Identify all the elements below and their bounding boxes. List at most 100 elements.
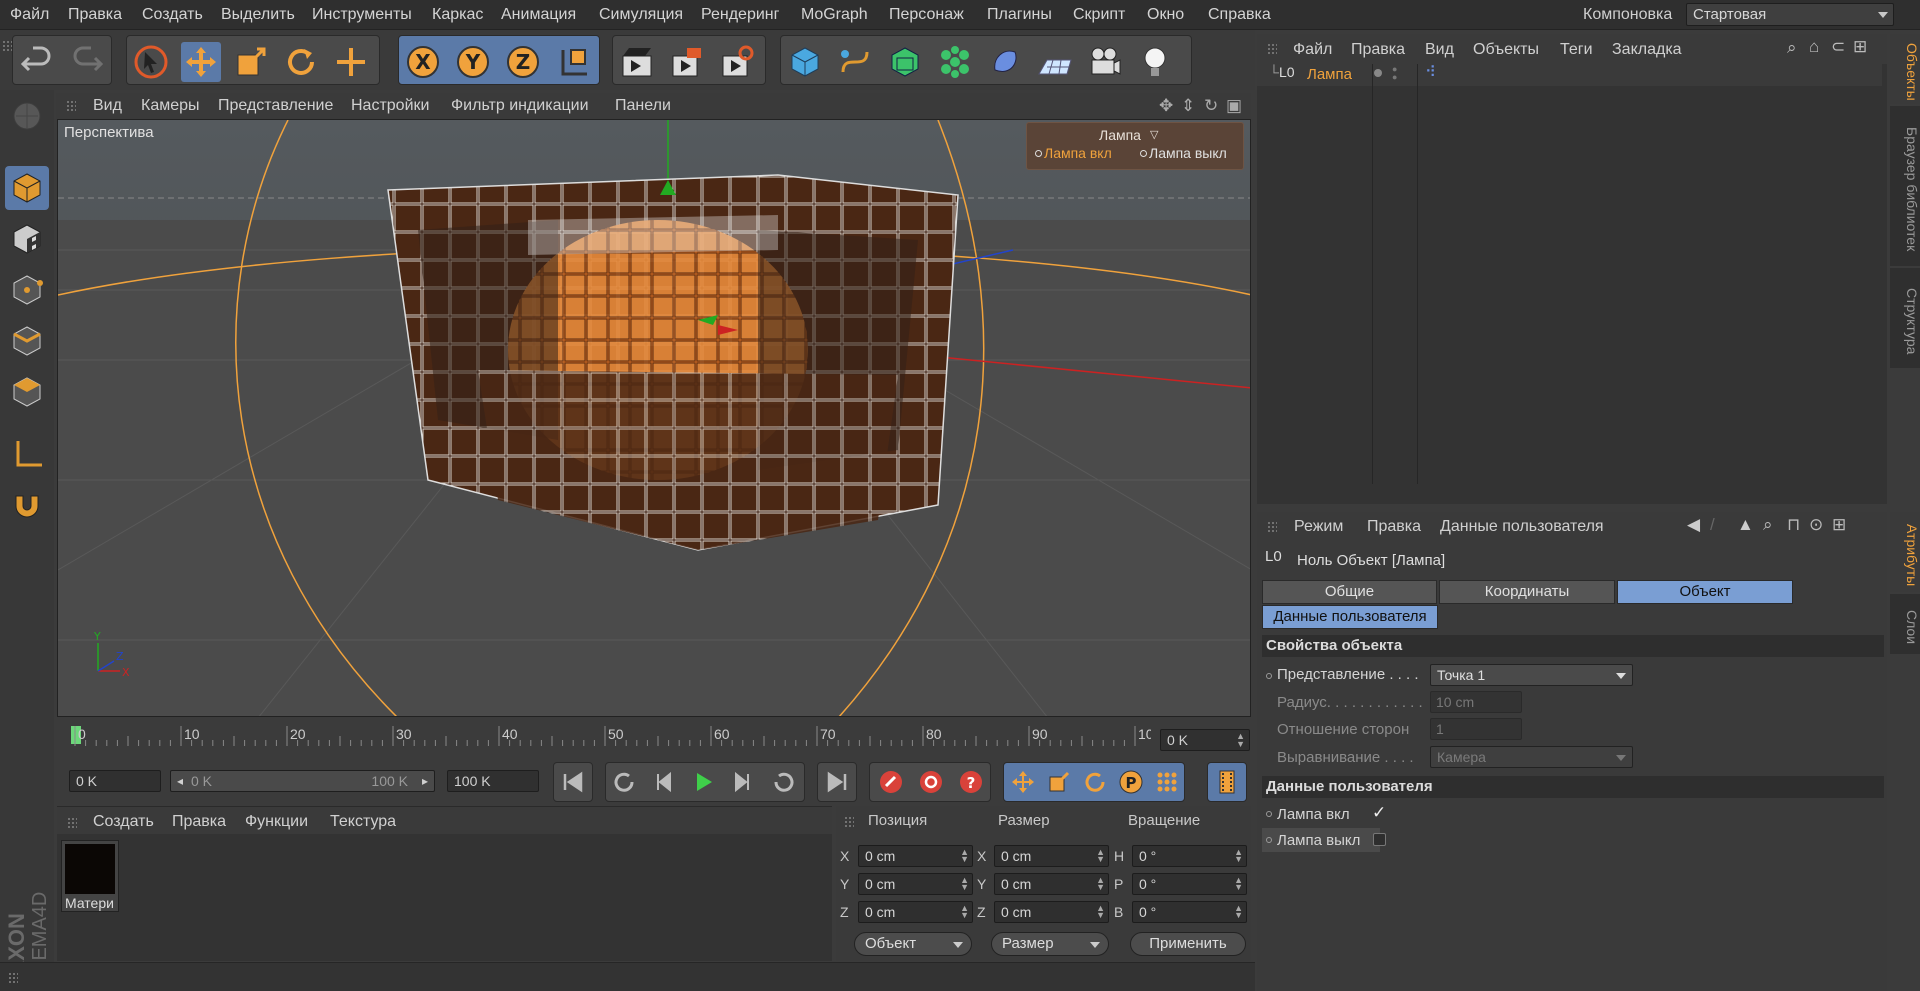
- attr-menu-userdata[interactable]: Данные пользователя: [1440, 518, 1604, 536]
- obj-menu-file[interactable]: Файл: [1293, 41, 1332, 59]
- cube-icon[interactable]: [785, 42, 825, 82]
- stepper-icon[interactable]: ▲ ▼: [1234, 848, 1243, 864]
- object-row[interactable]: └ L0 Лампа ● ● ⠺: [1257, 63, 1882, 484]
- menu-help[interactable]: Справка: [1208, 6, 1271, 24]
- move-icon[interactable]: [181, 42, 221, 82]
- key-rotation-icon[interactable]: [1076, 764, 1114, 800]
- menu-simulation[interactable]: Симуляция: [599, 6, 683, 24]
- render-view-icon[interactable]: [617, 42, 657, 82]
- next-frame-icon[interactable]: [724, 764, 762, 800]
- deformer-icon[interactable]: [985, 42, 1025, 82]
- record-key-icon[interactable]: [872, 764, 910, 800]
- camera-icon[interactable]: [1085, 42, 1125, 82]
- range-left-arrow-icon[interactable]: ◂: [177, 771, 183, 791]
- undo-icon[interactable]: [17, 42, 57, 82]
- menu-mograph[interactable]: MoGraph: [801, 6, 868, 24]
- radius-field[interactable]: 10 cm: [1430, 691, 1522, 713]
- y-axis-icon[interactable]: Y: [453, 42, 493, 82]
- light-icon[interactable]: [1135, 42, 1175, 82]
- forward-arrow-icon[interactable]: /: [1710, 515, 1715, 535]
- render-picture-viewer-icon[interactable]: [667, 42, 707, 82]
- new-panel-icon[interactable]: ⊞: [1853, 37, 1867, 57]
- menu-select[interactable]: Выделить: [221, 6, 295, 24]
- side-tab-attributes[interactable]: Атрибуты: [1890, 512, 1920, 592]
- material-menu-function[interactable]: Функции: [245, 813, 308, 831]
- object-grip[interactable]: [1267, 43, 1277, 55]
- anim-dot-icon[interactable]: [1266, 837, 1272, 843]
- viewport-menu-filter[interactable]: Фильтр индикации: [451, 97, 589, 115]
- new-panel-icon[interactable]: ⊞: [1832, 515, 1846, 535]
- key-scale-icon[interactable]: [1040, 764, 1078, 800]
- viewport-rotate-icon[interactable]: ↻: [1204, 96, 1218, 116]
- back-arrow-icon[interactable]: ◀: [1687, 515, 1700, 535]
- section-user-data[interactable]: Данные пользователя: [1262, 776, 1884, 798]
- stepper-icon[interactable]: ▲ ▼: [1096, 848, 1105, 864]
- model-mode-icon[interactable]: [5, 166, 49, 210]
- add-icon[interactable]: [331, 42, 371, 82]
- viewport-menu-options[interactable]: Настройки: [351, 97, 429, 115]
- rotate-icon[interactable]: [281, 42, 321, 82]
- section-object-properties[interactable]: Свойства объекта: [1262, 635, 1884, 657]
- pos-y-field[interactable]: 0 cm ▲ ▼: [858, 873, 973, 895]
- lock-icon[interactable]: ⊓: [1787, 515, 1800, 535]
- snap-magnet-icon[interactable]: [5, 483, 49, 527]
- tab-userdata[interactable]: Данные пользователя: [1262, 605, 1438, 629]
- home-icon[interactable]: ⌂: [1809, 37, 1819, 57]
- subdivision-icon[interactable]: [885, 42, 925, 82]
- filmstrip-icon[interactable]: [1208, 764, 1246, 800]
- rot-h-field[interactable]: 0 ° ▲ ▼: [1132, 845, 1247, 867]
- key-param-icon[interactable]: P: [1112, 764, 1150, 800]
- attr-grip[interactable]: [1267, 521, 1277, 533]
- key-pla-icon[interactable]: [1148, 764, 1186, 800]
- menu-script[interactable]: Скрипт: [1073, 6, 1125, 24]
- menu-file[interactable]: Файл: [10, 6, 49, 24]
- side-tab-structure[interactable]: Структура: [1890, 268, 1920, 368]
- stepper-icon[interactable]: ▲ ▼: [1234, 876, 1243, 892]
- material-menu-texture[interactable]: Текстура: [330, 813, 396, 831]
- anim-dot-icon[interactable]: [1266, 673, 1272, 679]
- stepper-icon[interactable]: ▲ ▼: [960, 876, 969, 892]
- help-keyframe-icon[interactable]: ?: [952, 764, 990, 800]
- pos-x-field[interactable]: 0 cm ▲ ▼: [858, 845, 973, 867]
- tab-basic[interactable]: Общие: [1262, 580, 1437, 604]
- prev-frame-icon[interactable]: [644, 764, 682, 800]
- user-data-tag-icon[interactable]: ⠺: [1425, 63, 1436, 81]
- lamp-off-radio[interactable]: [1140, 150, 1147, 157]
- render-settings-icon[interactable]: [717, 42, 757, 82]
- tab-coordinates[interactable]: Координаты: [1439, 580, 1615, 604]
- menu-character[interactable]: Персонаж: [889, 6, 964, 24]
- coordinate-system-icon[interactable]: [553, 42, 593, 82]
- rot-b-field[interactable]: 0 ° ▲ ▼: [1132, 901, 1247, 923]
- size-y-field[interactable]: 0 cm ▲ ▼: [994, 873, 1109, 895]
- menu-edit[interactable]: Правка: [68, 6, 122, 24]
- next-key-icon[interactable]: [764, 764, 802, 800]
- pin-icon[interactable]: ⊙: [1809, 515, 1823, 535]
- coord-mode-select[interactable]: Объект: [854, 932, 972, 956]
- viewport-zoom-icon[interactable]: ⇕: [1181, 96, 1195, 116]
- object-name[interactable]: Лампа: [1307, 66, 1352, 83]
- side-tab-library[interactable]: Браузер библиотек: [1890, 106, 1920, 266]
- menu-window[interactable]: Окно: [1147, 6, 1184, 24]
- lamp-on-radio[interactable]: [1035, 150, 1042, 157]
- layout-select[interactable]: Стартовая: [1686, 3, 1894, 26]
- eye-icon[interactable]: ⊂: [1831, 37, 1845, 57]
- pos-z-field[interactable]: 0 cm ▲ ▼: [858, 901, 973, 923]
- material-grip[interactable]: [67, 817, 77, 829]
- axis-mode-icon[interactable]: [5, 432, 49, 476]
- material-menu-edit[interactable]: Правка: [172, 813, 226, 831]
- current-frame-field[interactable]: 0 K ▲ ▼: [1160, 729, 1250, 751]
- lamp-on-checkbox[interactable]: ✓: [1372, 803, 1386, 823]
- prev-key-icon[interactable]: [606, 764, 644, 800]
- lamp-off-checkbox[interactable]: [1373, 833, 1386, 846]
- z-axis-icon[interactable]: Z: [503, 42, 543, 82]
- material-thumbnail[interactable]: Матери: [61, 840, 119, 912]
- viewport-menu-view[interactable]: Вид: [93, 97, 122, 115]
- coords-grip[interactable]: [844, 816, 854, 828]
- start-frame-field[interactable]: 0 K: [69, 770, 161, 792]
- align-select[interactable]: Камера: [1430, 746, 1633, 768]
- menu-tools[interactable]: Инструменты: [312, 6, 412, 24]
- edges-mode-icon[interactable]: [5, 319, 49, 363]
- goto-start-icon[interactable]: [554, 764, 592, 800]
- anim-dot-icon[interactable]: [1266, 811, 1272, 817]
- auto-key-icon[interactable]: [912, 764, 950, 800]
